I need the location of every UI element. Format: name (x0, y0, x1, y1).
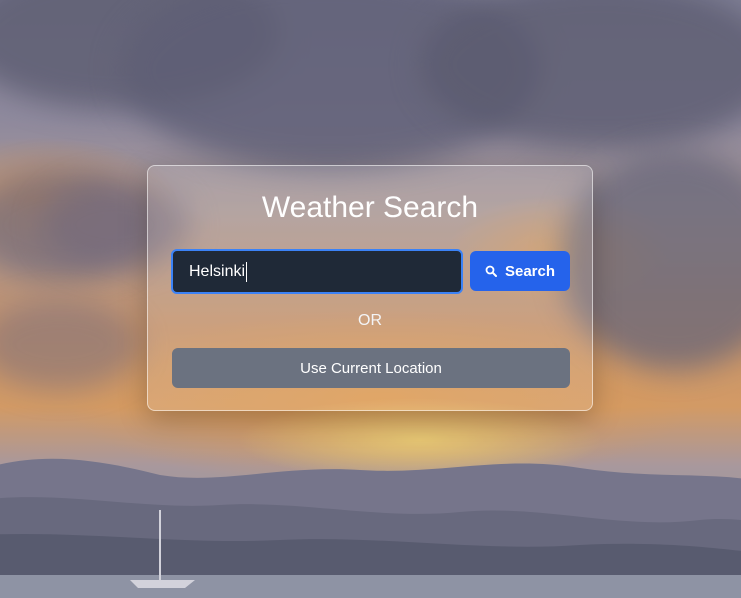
search-button-label: Search (504, 262, 556, 280)
search-button[interactable]: Search (470, 251, 570, 291)
use-current-location-button[interactable]: Use Current Location (172, 348, 570, 388)
page-title: Weather Search (261, 191, 479, 224)
weather-search-card: Weather Search Helsinki Search OR Use Cu… (147, 165, 593, 411)
text-caret (246, 261, 248, 282)
search-icon (485, 265, 497, 277)
city-search-input[interactable]: Helsinki (171, 249, 463, 294)
search-input-value: Helsinki (189, 263, 246, 280)
location-button-label: Use Current Location (300, 359, 442, 377)
or-divider: OR (358, 312, 382, 329)
